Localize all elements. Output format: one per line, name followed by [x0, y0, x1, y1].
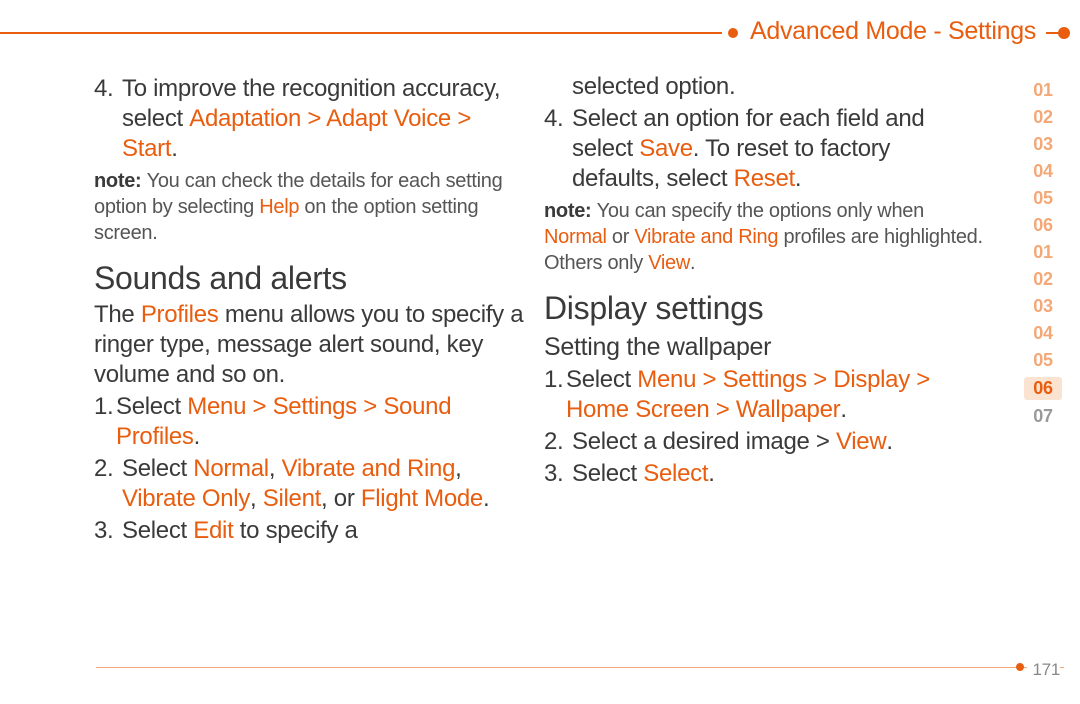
bullet-icon [728, 28, 738, 38]
step-text: selected option. [572, 72, 984, 102]
step-text: Select Normal, Vibrate and Ring, Vibrate… [122, 454, 528, 514]
tab-item-active[interactable]: 06 [1024, 377, 1062, 400]
tab-item[interactable]: 01 [1024, 242, 1062, 263]
sounds-step-3-cont: selected option. [544, 72, 984, 102]
section-header: Advanced Mode - Settings [722, 17, 1046, 46]
tab-item[interactable]: 04 [1024, 161, 1062, 182]
sounds-intro: The Profiles menu allows you to specify … [94, 300, 528, 390]
step-text: To improve the recognition accuracy, sel… [122, 74, 528, 164]
tab-item[interactable]: 03 [1024, 134, 1062, 155]
page-number: 171 [1027, 660, 1060, 680]
step-text: Select Select. [572, 459, 984, 489]
step-number: 3. [544, 459, 572, 489]
step-text: Select an option for each field and sele… [572, 104, 984, 194]
step-text: Select Menu > Settings > Sound Profiles. [116, 392, 528, 452]
tab-item[interactable]: 01 [1024, 80, 1062, 101]
tab-item[interactable]: 04 [1024, 323, 1062, 344]
voice-note: note: You can check the details for each… [94, 168, 528, 246]
step-text: Select Edit to specify a [122, 516, 528, 546]
display-step-2: 2. Select a desired image > View. [544, 427, 984, 457]
bullet-icon [1016, 663, 1024, 671]
content-columns: 4. To improve the recognition accuracy, … [94, 72, 984, 546]
voice-step-4: 4. To improve the recognition accuracy, … [94, 74, 528, 164]
section-header-text: Advanced Mode - Settings [750, 17, 1036, 45]
tab-item[interactable]: 05 [1024, 350, 1062, 371]
step-number: 1. [94, 392, 116, 452]
column-right: selected option. 4. Select an option for… [544, 72, 984, 546]
chapter-tabs: 01 02 03 04 05 06 01 02 03 04 05 06 07 [1024, 80, 1062, 427]
step-number: 4. [544, 104, 572, 194]
step-text: Select a desired image > View. [572, 427, 984, 457]
display-step-3: 3. Select Select. [544, 459, 984, 489]
heading-display-settings: Display settings [544, 288, 984, 328]
sounds-step-3: 3. Select Edit to specify a [94, 516, 528, 546]
step-number: 3. [94, 516, 122, 546]
step-text: Select Menu > Settings > Display > Home … [566, 365, 984, 425]
step-number: 2. [94, 454, 122, 514]
step-number: 1. [544, 365, 566, 425]
column-left: 4. To improve the recognition accuracy, … [94, 72, 528, 546]
sounds-step-4: 4. Select an option for each field and s… [544, 104, 984, 194]
subheading-wallpaper: Setting the wallpaper [544, 332, 984, 363]
step-number: 2. [544, 427, 572, 457]
display-step-1: 1. Select Menu > Settings > Display > Ho… [544, 365, 984, 425]
tab-item[interactable]: 02 [1024, 269, 1062, 290]
sounds-step-1: 1. Select Menu > Settings > Sound Profil… [94, 392, 528, 452]
sounds-note: note: You can specify the options only w… [544, 198, 984, 276]
tab-item[interactable]: 05 [1024, 188, 1062, 209]
tab-item[interactable]: 06 [1024, 215, 1062, 236]
heading-sounds-alerts: Sounds and alerts [94, 258, 528, 298]
sounds-step-2: 2. Select Normal, Vibrate and Ring, Vibr… [94, 454, 528, 514]
step-number: 4. [94, 74, 122, 164]
tab-item[interactable]: 02 [1024, 107, 1062, 128]
tab-item[interactable]: 03 [1024, 296, 1062, 317]
footer-rule [96, 667, 1064, 668]
tab-item[interactable]: 07 [1024, 406, 1062, 427]
